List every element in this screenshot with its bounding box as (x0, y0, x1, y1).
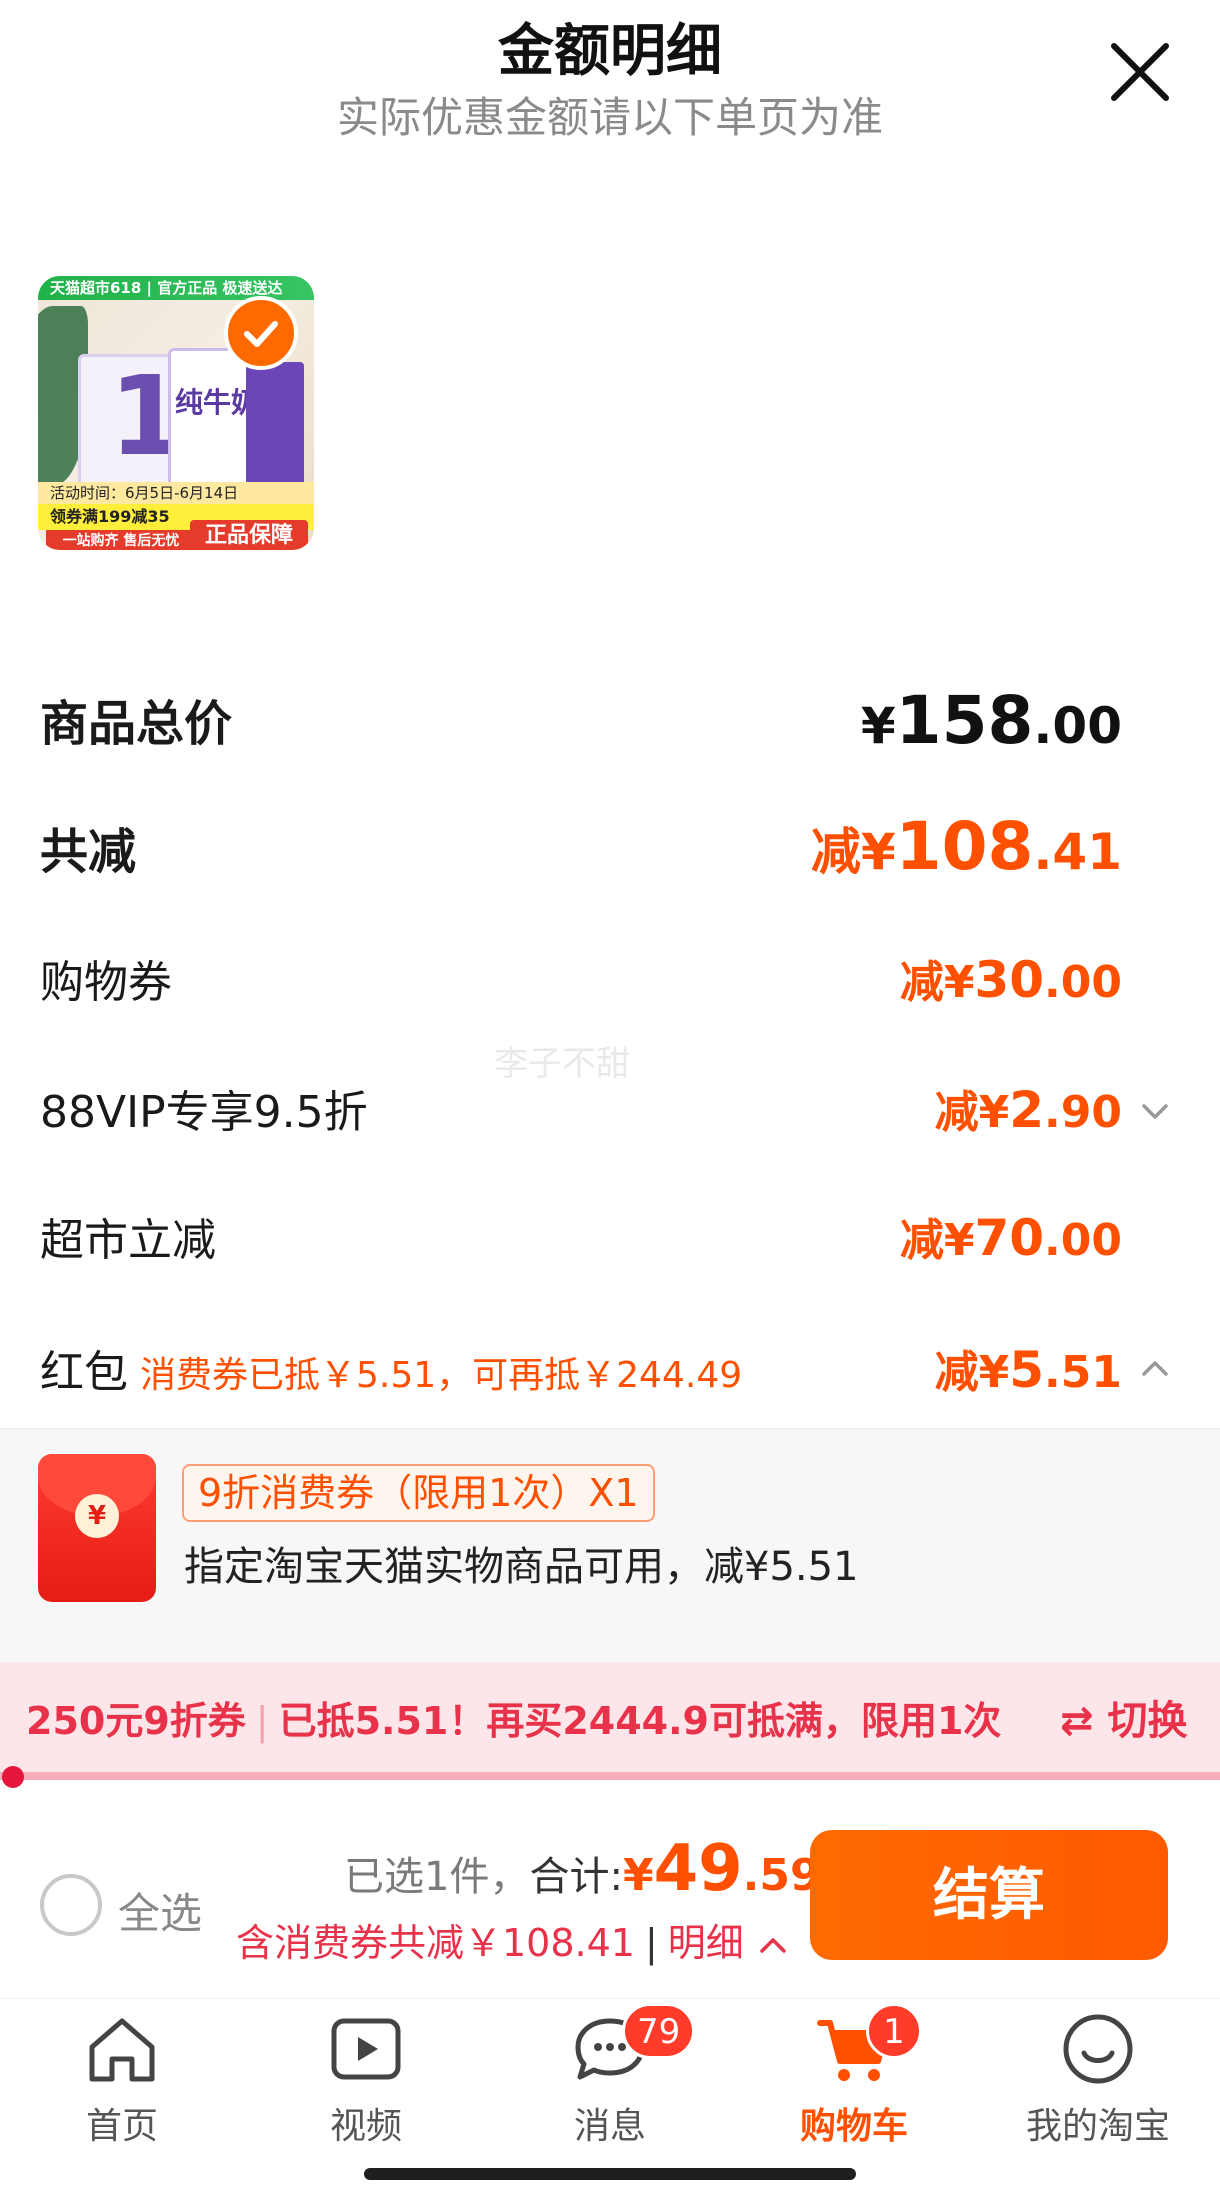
total-reduction-value: 减¥108.41 (810, 808, 1122, 885)
checkout-summary: 已选1件，合计:¥49.59 (344, 1832, 821, 1906)
red-packet-value[interactable]: 减¥5.51 (935, 1336, 1122, 1400)
vip-discount-label: 88VIP专享9.5折 (40, 1087, 368, 1138)
nav-cart-label: 购物车 (799, 2106, 908, 2147)
nav-video[interactable]: 视频 (244, 2009, 488, 2149)
nav-messages[interactable]: 消息 79 (488, 2003, 732, 2149)
switch-icon: ⇄ (1060, 1698, 1094, 1744)
nav-profile[interactable]: 我的淘宝 (976, 2009, 1220, 2149)
banner-coupon-status: 已抵5.51！再买2444.9可抵满，限用1次 (278, 1699, 1002, 1743)
banner-coupon-name: 250元9折券 (26, 1699, 246, 1743)
checkout-button[interactable]: 结算 (810, 1830, 1168, 1960)
chevron-up-icon (760, 1937, 786, 1953)
total-reduction-label: 共减 (40, 824, 137, 880)
nav-video-label: 视频 (329, 2106, 402, 2147)
vip-expand-chevron[interactable] (1138, 1094, 1172, 1132)
thumbnail-top-banner: 天猫超市618 | 官方正品 极速送达 (38, 276, 314, 300)
home-indicator (364, 2168, 856, 2180)
total-label: 合计: (529, 1854, 623, 1900)
chevron-down-icon (1142, 1104, 1168, 1119)
thumbnail-tag-left: 一站购齐 售后无忧 (46, 530, 196, 550)
chevron-up-icon (1142, 1361, 1168, 1376)
close-icon (1111, 43, 1169, 101)
watermark: 李子不甜 (494, 1044, 630, 1084)
messages-badge: 79 (622, 2003, 696, 2059)
nav-cart[interactable]: 购物车 1 (732, 2003, 976, 2149)
banner-text: 250元9折券 | 已抵5.51！再买2444.9可抵满，限用1次 (26, 1699, 1002, 1743)
coupon-tag: 9折消费券（限用1次）X1 (182, 1464, 655, 1522)
select-all-checkbox[interactable] (40, 1874, 102, 1936)
product-selected-checkbox[interactable] (224, 296, 298, 370)
total-price-label: 商品总价 (40, 696, 233, 752)
shopping-coupon-label: 购物券 (40, 957, 172, 1008)
check-icon (244, 321, 278, 347)
page-title: 金额明细 (498, 19, 722, 84)
nav-home-label: 首页 (85, 2106, 158, 2147)
detail-link[interactable]: 明细 (668, 1921, 744, 1965)
coupon-progress-track (0, 1772, 1220, 1780)
savings-summary[interactable]: 含消费券共减￥108.41 | 明细 (236, 1912, 790, 1967)
total-price: ¥49.59 (622, 1832, 821, 1906)
nav-home[interactable]: 首页 (0, 2009, 244, 2149)
select-all-label[interactable]: 全选 (118, 1880, 202, 1941)
smile-icon (1063, 2014, 1133, 2084)
total-price-value: ¥158.00 (860, 682, 1122, 759)
thumbnail-promo-date: 活动时间：6月5日-6月14日 (38, 482, 314, 504)
thumbnail-tag-right: 正品保障 (190, 520, 308, 550)
page-subtitle: 实际优惠金额请以下单页为准 (336, 93, 883, 142)
red-packet-note: 消费券已抵￥5.51，可再抵￥244.49 (140, 1355, 743, 1396)
video-icon (331, 2018, 401, 2080)
close-button[interactable] (1104, 36, 1176, 108)
switch-coupon-button[interactable]: ⇄ 切换 (1060, 1688, 1187, 1746)
nav-messages-label: 消息 (573, 2106, 646, 2147)
market-discount-value: 减¥70.00 (899, 1209, 1122, 1267)
red-packet-collapse-chevron[interactable] (1138, 1352, 1172, 1390)
coupon-progress-indicator (2, 1766, 24, 1788)
selected-count: 已选1件， (344, 1854, 530, 1900)
nav-profile-label: 我的淘宝 (1025, 2106, 1170, 2147)
vip-discount-value[interactable]: 减¥2.90 (935, 1076, 1122, 1140)
red-packet-label: 红包 (40, 1347, 128, 1398)
savings-text: 含消费券共减￥108.41 (236, 1921, 635, 1965)
home-icon (89, 2018, 155, 2082)
shopping-coupon-value: 减¥30.00 (899, 951, 1122, 1009)
thumbnail-bottom-tags: 一站购齐 售后无忧 正品保障 (38, 520, 314, 550)
market-discount-label: 超市立减 (40, 1215, 216, 1266)
cart-badge: 1 (866, 2003, 922, 2059)
coupon-description: 指定淘宝天猫实物商品可用，减¥5.51 (184, 1544, 859, 1590)
red-packet-row: 红包 消费券已抵￥5.51，可再抵￥244.49 (40, 1336, 742, 1400)
switch-label: 切换 (1107, 1698, 1188, 1744)
red-packet-icon: ¥ (38, 1454, 156, 1602)
